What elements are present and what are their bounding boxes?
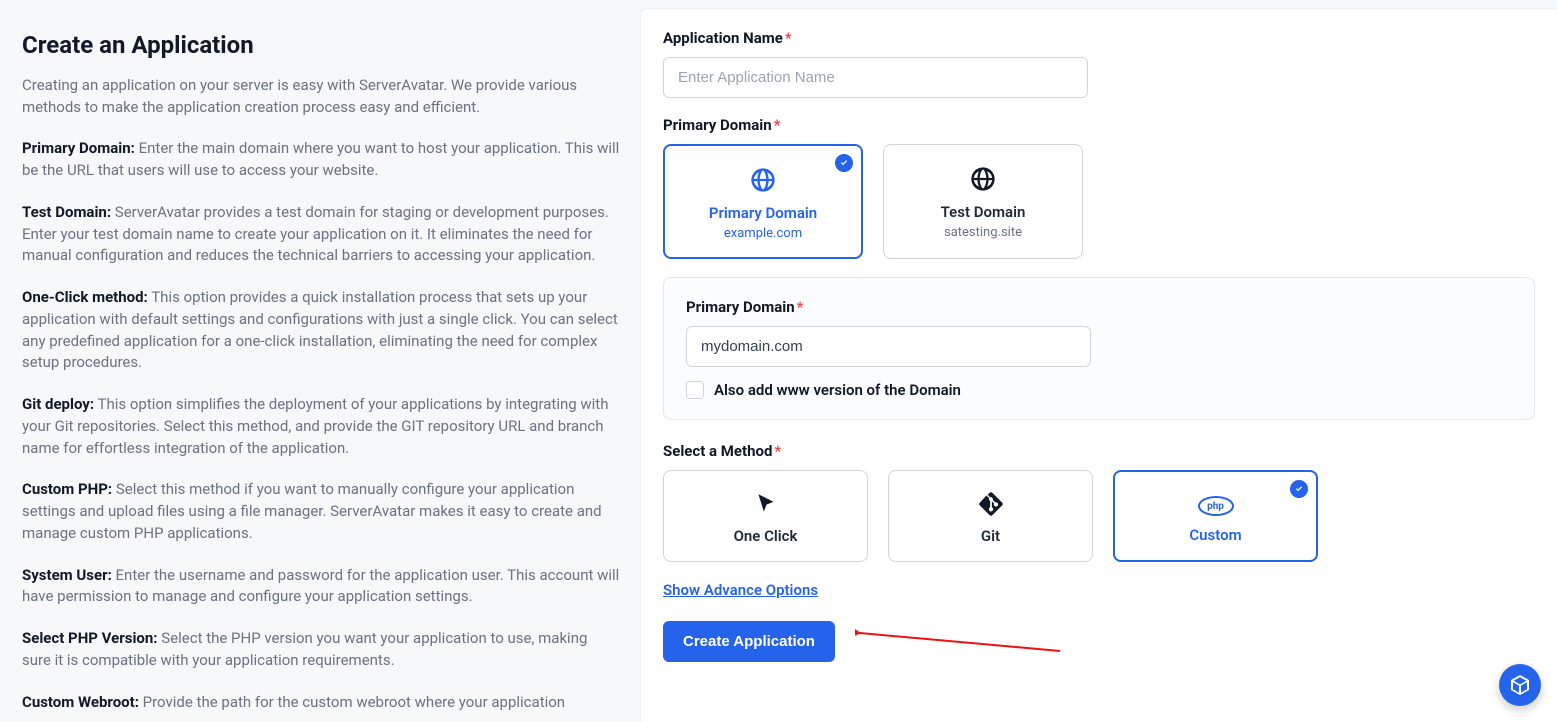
help-item-label: Custom PHP: (22, 480, 112, 498)
annotation-arrow (855, 627, 1065, 657)
method-title: One Click (674, 527, 857, 545)
cursor-icon (753, 491, 779, 517)
advance-options-link[interactable]: Show Advance Options (663, 581, 818, 599)
app-name-label: Application Name* (663, 29, 1535, 47)
help-item-label: Git deploy: (22, 395, 94, 413)
domain-option-sub: satesting.site (894, 225, 1072, 240)
method-option-git[interactable]: Git (888, 470, 1093, 562)
check-icon (835, 154, 853, 172)
help-item-label: System User: (22, 566, 112, 584)
help-item-text: Enter the username and password for the … (22, 566, 619, 606)
primary-domain-input-label: Primary Domain* (686, 298, 1512, 316)
create-application-button[interactable]: Create Application (663, 621, 835, 662)
help-item-text: Provide the path for the custom webroot … (139, 693, 565, 711)
help-item-text: This option simplifies the deployment of… (22, 395, 608, 457)
primary-domain-label: Primary Domain* (663, 116, 1535, 134)
help-item-label: Test Domain: (22, 203, 111, 221)
intro-text: Creating an application on your server i… (22, 75, 620, 119)
method-option-one-click[interactable]: One Click (663, 470, 868, 562)
domain-option-sub: example.com (675, 226, 851, 241)
php-icon: php (1198, 496, 1234, 516)
help-item-label: Primary Domain: (22, 139, 135, 157)
help-item-label: Custom Webroot: (22, 693, 139, 711)
help-item-label: Select PHP Version: (22, 629, 158, 647)
form-panel: Application Name* Primary Domain* Primar… (640, 8, 1557, 722)
www-checkbox[interactable] (686, 381, 704, 399)
help-fab[interactable] (1499, 664, 1541, 706)
page-title: Create an Application (22, 28, 620, 63)
globe-icon (749, 166, 777, 194)
cube-icon (1508, 673, 1532, 697)
primary-domain-panel: Primary Domain* Also add www version of … (663, 277, 1535, 420)
method-option-custom[interactable]: php Custom (1113, 470, 1318, 562)
globe-icon (969, 165, 997, 193)
method-title: Git (899, 527, 1082, 545)
check-icon (1290, 480, 1308, 498)
www-checkbox-label: Also add www version of the Domain (714, 381, 961, 399)
git-icon (978, 491, 1004, 517)
domain-option-test[interactable]: Test Domain satesting.site (883, 144, 1083, 259)
help-panel: Create an Application Creating an applic… (0, 8, 640, 722)
primary-domain-input[interactable] (686, 326, 1091, 367)
method-title: Custom (1125, 526, 1306, 544)
help-item-label: One-Click method: (22, 288, 148, 306)
help-item-text: ServerAvatar provides a test domain for … (22, 203, 609, 265)
domain-option-primary[interactable]: Primary Domain example.com (663, 144, 863, 259)
domain-option-title: Primary Domain (675, 204, 851, 222)
domain-option-title: Test Domain (894, 203, 1072, 221)
method-label: Select a Method* (663, 442, 1535, 460)
app-name-input[interactable] (663, 57, 1088, 98)
